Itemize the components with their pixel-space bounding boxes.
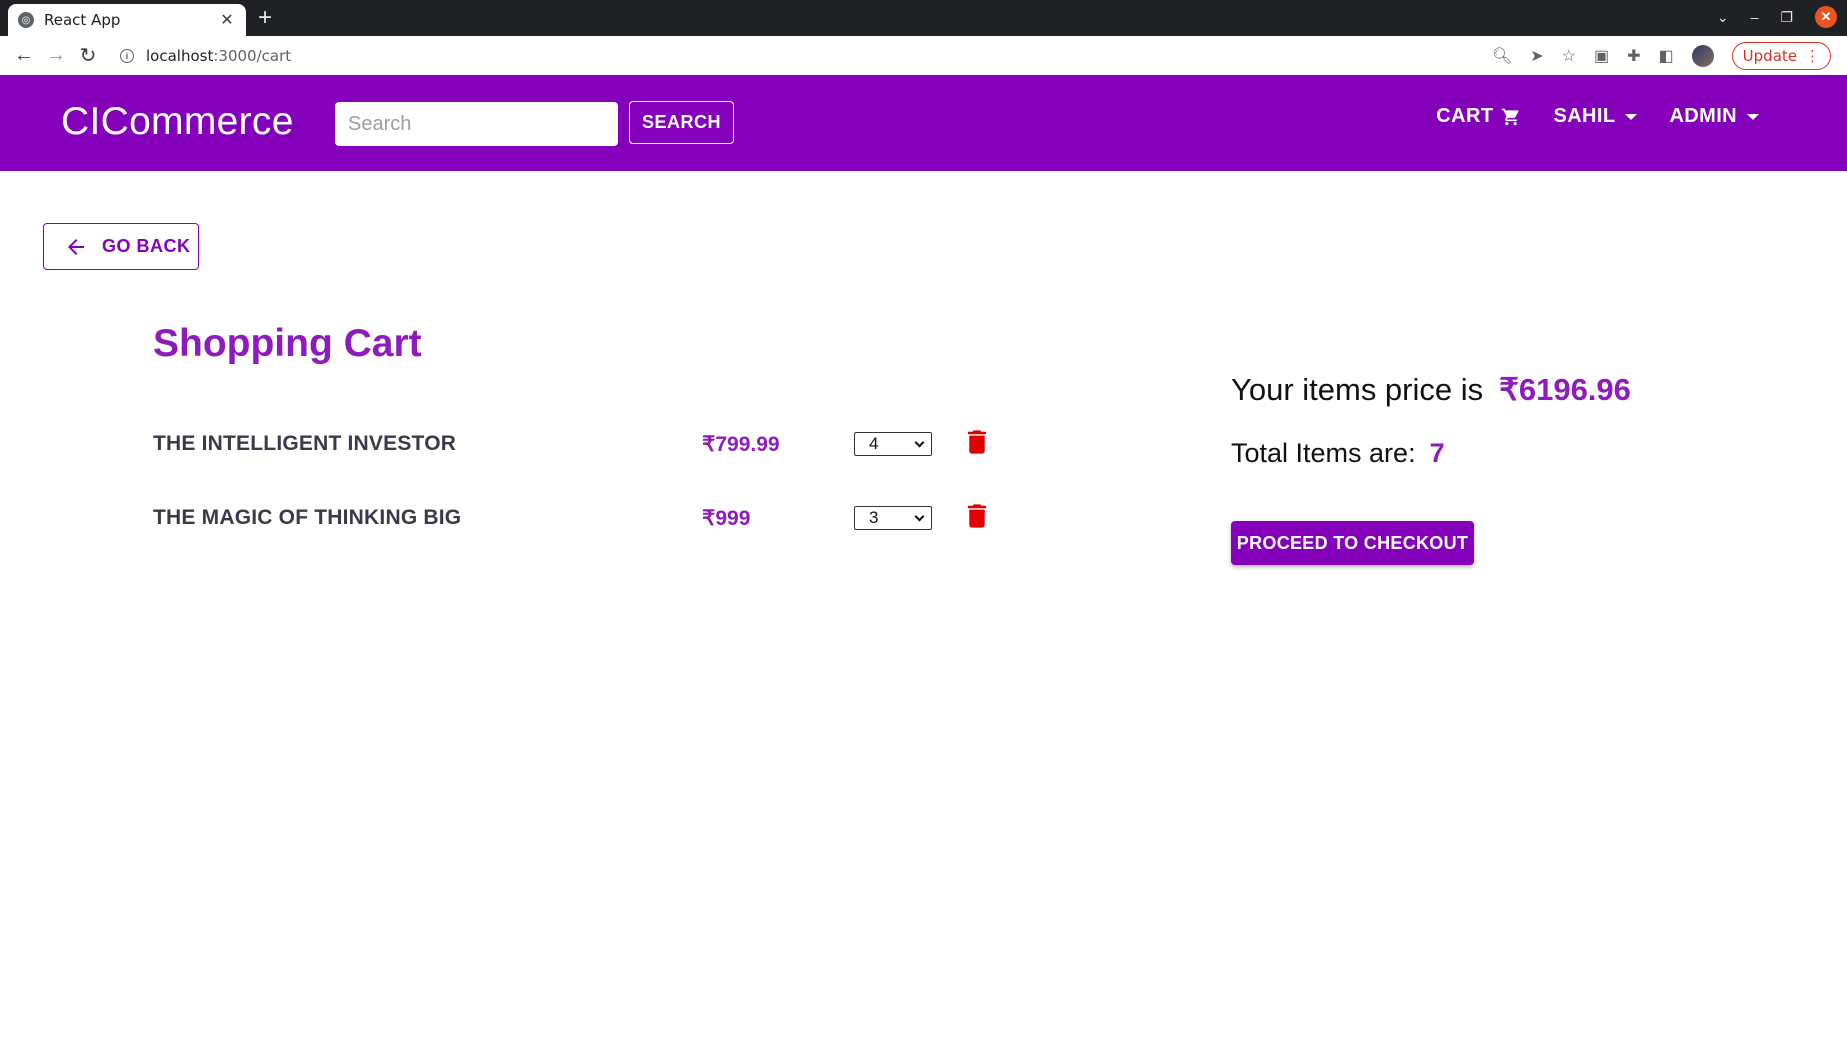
nav-user-label: SAHIL: [1553, 105, 1616, 127]
search-button[interactable]: SEARCH: [629, 101, 734, 144]
nav-user-menu[interactable]: SAHIL: [1553, 105, 1638, 128]
toolbar-actions: 🔍︎ ➤ ☆ ▣ ✚ ◧ Update ⋮: [1492, 41, 1831, 70]
forward-arrow-icon[interactable]: →: [40, 40, 72, 72]
profile-avatar[interactable]: [1691, 44, 1714, 67]
shopping-cart-icon: [1502, 108, 1519, 125]
reload-icon[interactable]: ↻: [72, 40, 104, 72]
send-icon[interactable]: ➤: [1530, 46, 1543, 66]
nav-admin-menu[interactable]: ADMIN: [1669, 105, 1759, 128]
minimize-icon[interactable]: –: [1751, 9, 1759, 25]
globe-icon: ◎: [18, 12, 34, 28]
quantity-value: 3: [869, 508, 879, 527]
browser-tab-strip: ◎ React App ✕ + ⌄ – ❐ ✕: [0, 0, 1847, 36]
browser-tab[interactable]: ◎ React App ✕: [8, 4, 246, 36]
delete-trash-icon[interactable]: [968, 430, 986, 454]
quantity-value: 4: [869, 434, 879, 453]
tab-search-icon[interactable]: ⌄: [1717, 9, 1729, 26]
nav-cart-label: CART: [1436, 105, 1494, 127]
bookmark-star-icon[interactable]: ☆: [1562, 46, 1576, 66]
cart-item-row: THE INTELLIGENT INVESTOR ₹799.99 4: [153, 430, 1003, 460]
caret-down-icon: [1747, 113, 1759, 120]
go-back-label: GO BACK: [102, 236, 191, 256]
extension-badge-icon[interactable]: ▣: [1594, 46, 1609, 66]
order-total: Your items price is ₹6196.96: [1231, 372, 1631, 408]
brand-logo[interactable]: CICommerce: [61, 100, 294, 144]
delete-trash-icon[interactable]: [968, 504, 986, 528]
caret-down-icon: [1625, 113, 1638, 120]
update-label: Update: [1742, 46, 1797, 65]
order-total-label: Your items price is: [1231, 372, 1484, 407]
chevron-down-icon: [914, 437, 925, 447]
new-tab-icon[interactable]: +: [258, 6, 272, 30]
item-name[interactable]: THE MAGIC OF THINKING BIG: [153, 506, 461, 530]
header-nav: CART SAHIL ADMIN: [1436, 105, 1759, 128]
item-price: ₹999: [702, 507, 751, 530]
chevron-down-icon: [914, 511, 925, 521]
tab-title: React App: [44, 11, 121, 29]
quantity-select[interactable]: 3: [854, 506, 932, 530]
update-button[interactable]: Update ⋮: [1731, 41, 1831, 70]
browser-toolbar: ← → ↻ i localhost:3000/cart 🔍︎ ➤ ☆ ▣ ✚ ◧…: [0, 36, 1847, 76]
page-title: Shopping Cart: [153, 322, 422, 365]
checkout-button[interactable]: PROCEED TO CHECKOUT: [1231, 521, 1474, 565]
cart-item-row: THE MAGIC OF THINKING BIG ₹999 3: [153, 504, 1003, 534]
window-close-icon[interactable]: ✕: [1815, 6, 1837, 28]
back-arrow-icon[interactable]: ←: [8, 40, 40, 72]
nav-admin-label: ADMIN: [1669, 105, 1737, 127]
close-tab-icon[interactable]: ✕: [218, 10, 236, 30]
quantity-select[interactable]: 4: [854, 432, 932, 456]
nav-cart[interactable]: CART: [1436, 105, 1521, 128]
total-items-value: 7: [1429, 438, 1445, 468]
url-host: localhost: [146, 46, 214, 65]
extensions-puzzle-icon[interactable]: ✚: [1627, 46, 1640, 66]
order-total-value: ₹6196.96: [1499, 372, 1631, 407]
arrow-left-icon: [68, 238, 84, 255]
side-panel-icon[interactable]: ◧: [1659, 46, 1674, 66]
total-items: Total Items are: 7: [1231, 438, 1445, 469]
url-path: :3000/cart: [213, 46, 292, 65]
address-bar[interactable]: i localhost:3000/cart: [110, 40, 1486, 72]
item-price: ₹799.99: [702, 433, 780, 456]
zoom-icon[interactable]: 🔍︎: [1492, 46, 1512, 66]
app-header: CICommerce SEARCH CART SAHIL ADMIN: [0, 75, 1847, 171]
restore-icon[interactable]: ❐: [1780, 9, 1793, 26]
item-name[interactable]: THE INTELLIGENT INVESTOR: [153, 432, 456, 456]
window-controls: ⌄ – ❐ ✕: [1717, 6, 1837, 28]
search-input[interactable]: [335, 102, 618, 146]
total-items-label: Total Items are:: [1231, 438, 1416, 468]
go-back-button[interactable]: GO BACK: [43, 223, 199, 270]
more-menu-icon: ⋮: [1805, 46, 1820, 65]
site-info-icon[interactable]: i: [120, 48, 134, 63]
